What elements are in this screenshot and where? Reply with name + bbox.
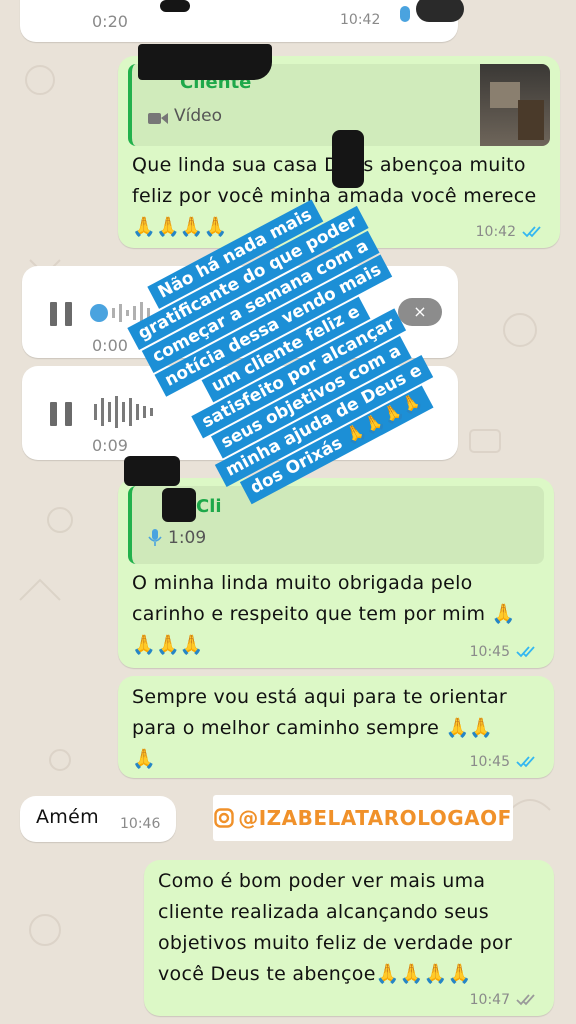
message-line: cliente realizada alcançando seus [158, 901, 489, 923]
mic-icon [400, 6, 410, 22]
redaction-mark [160, 0, 190, 12]
read-ticks-icon [516, 646, 535, 658]
delivered-ticks-icon [516, 994, 535, 1006]
instagram-handle-text: @IZABELATAROLOGAOF [238, 806, 512, 830]
message-line: carinho e respeito que tem por mim [132, 603, 486, 625]
partial-voice-message[interactable]: 0:20 10:42 [20, 0, 464, 42]
outgoing-message[interactable]: Sempre vou está aqui para te orientar pa… [118, 676, 554, 778]
message-timestamp: 10:42 [340, 12, 381, 28]
incoming-message[interactable]: Amém 10:46 [20, 796, 176, 842]
quoted-type: Vídeo [148, 106, 222, 126]
message-body: Amém [36, 806, 99, 828]
message-timestamp: 10:45 [469, 644, 510, 660]
message-meta: 10:45 [470, 754, 538, 770]
pray-emoji: 🙏🙏🙏🙏 [132, 216, 228, 238]
voice-duration: 0:09 [92, 436, 128, 455]
instagram-handle-sticker: @IZABELATAROLOGAOF [213, 795, 513, 841]
message-timestamp: 10:42 [475, 224, 516, 240]
message-line: para o melhor caminho sempre [132, 717, 440, 739]
redacted-avatar [416, 0, 464, 22]
message-timestamp: 10:45 [469, 754, 510, 770]
voice-duration: 0:20 [92, 12, 128, 31]
read-ticks-icon [516, 756, 535, 768]
message-line: você Deus te abençoe [158, 963, 376, 985]
message-meta: 10:45 [470, 644, 538, 660]
message-line: Como é bom poder ver mais uma [158, 870, 486, 892]
message-text: Como é bom poder ver mais uma cliente re… [158, 866, 544, 990]
read-ticks-icon [522, 226, 541, 238]
message-timestamp: 10:46 [120, 816, 161, 832]
pause-icon[interactable] [50, 302, 72, 326]
pray-emoji: 🙏🙏🙏 [132, 634, 204, 656]
message-line: Sempre vou está aqui para te orientar [132, 686, 508, 708]
message-line: objetivos muito feliz de verdade por [158, 932, 513, 954]
quoted-type-label: Vídeo [174, 106, 223, 126]
instagram-icon [214, 808, 234, 828]
pray-emoji: 🙏 [491, 603, 516, 625]
message-meta: 10:42 [476, 224, 544, 240]
video-thumbnail [480, 64, 550, 146]
message-timestamp: 10:47 [469, 992, 510, 1008]
message-line: O minha linda muito obrigada pelo [132, 572, 473, 594]
pray-emoji: 🙏 [132, 748, 156, 770]
message-meta: 10:47 [470, 992, 538, 1008]
redaction-mark [138, 44, 272, 80]
outgoing-message[interactable]: Como é bom poder ver mais uma cliente re… [144, 860, 554, 1016]
pray-emoji: 🙏🙏🙏🙏 [375, 963, 472, 985]
pray-emoji: 🙏🙏 [445, 717, 494, 739]
mic-icon [148, 529, 162, 546]
pause-icon[interactable] [50, 402, 72, 426]
video-camera-icon [148, 110, 168, 124]
